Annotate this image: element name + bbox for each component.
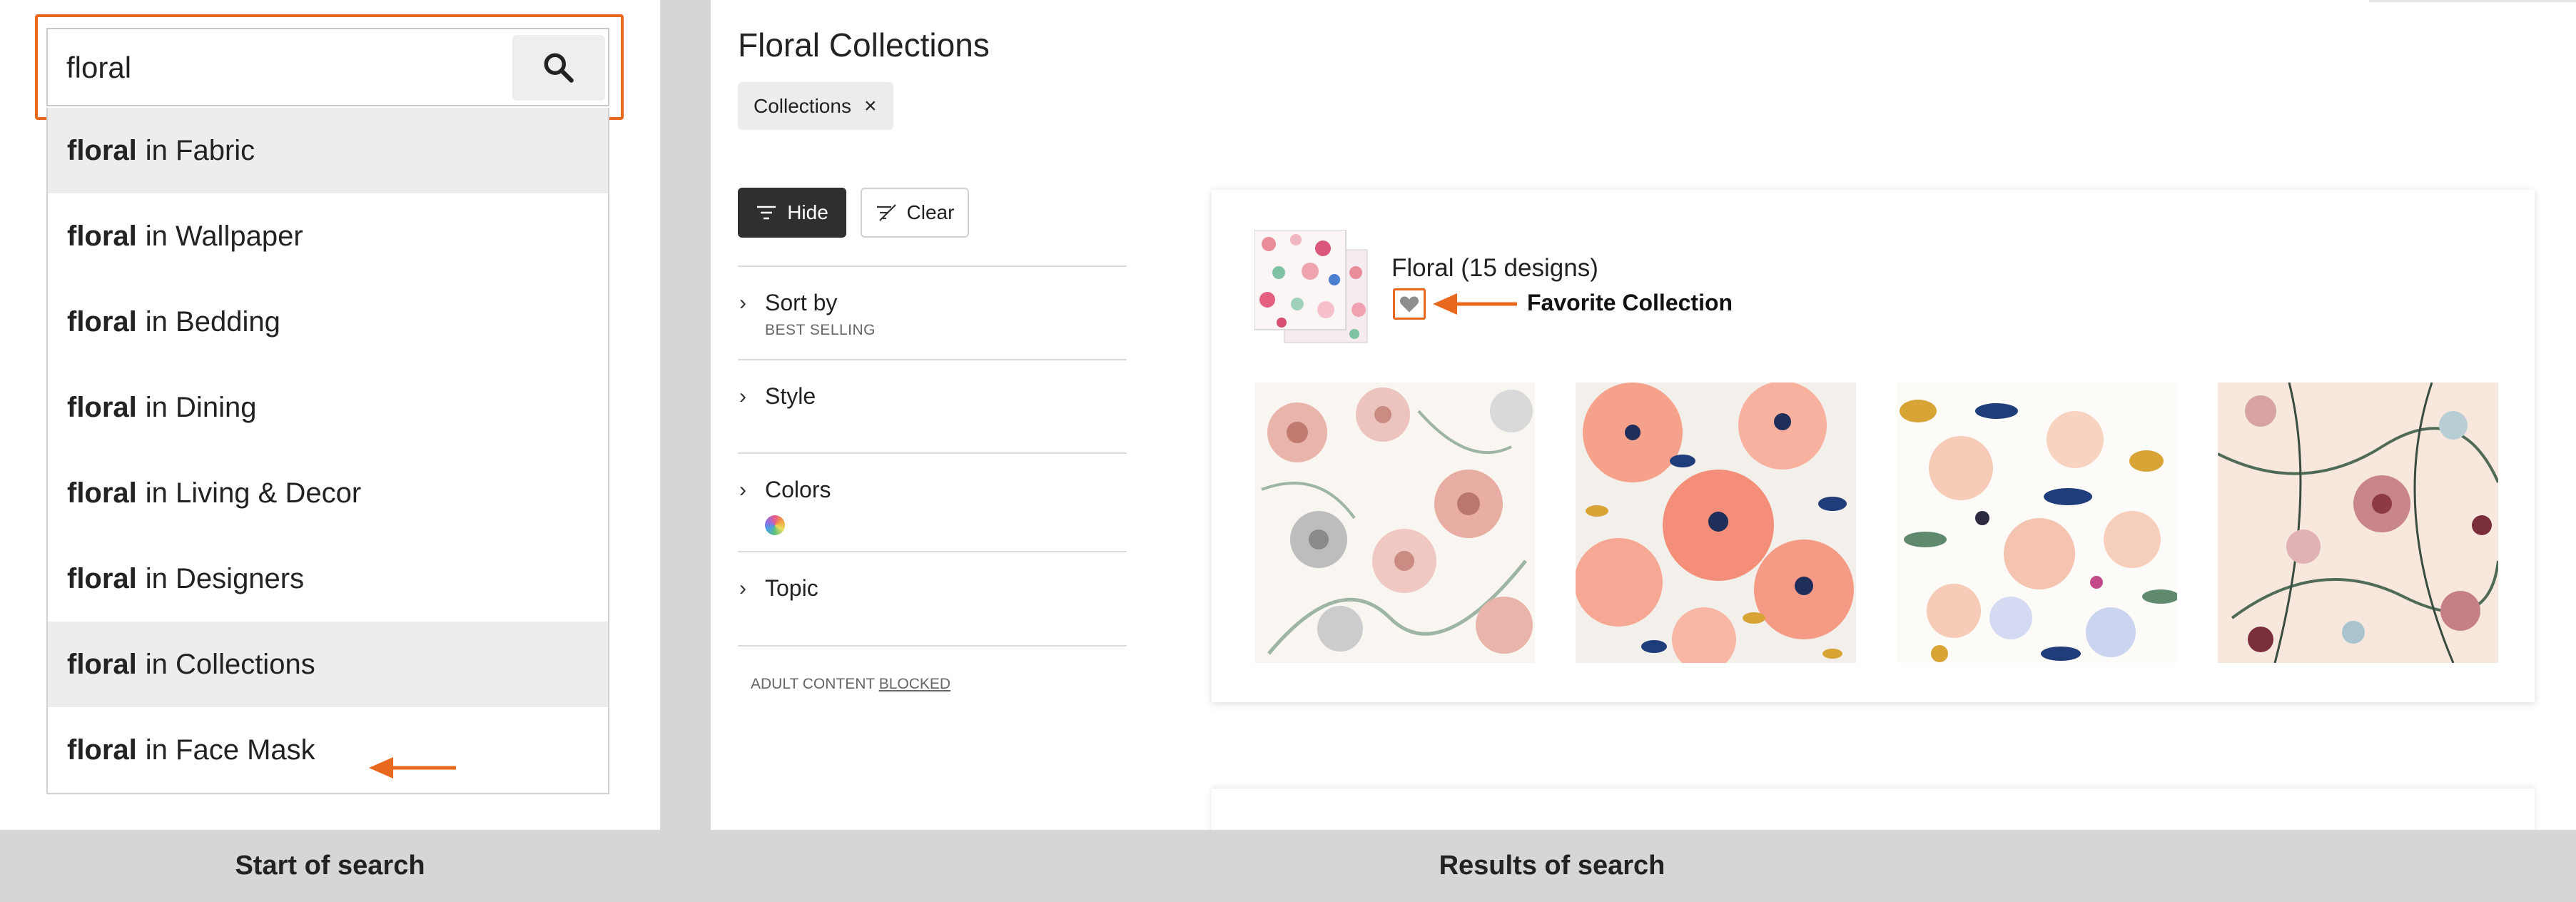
collection-name[interactable]: Floral (15 designs) — [1391, 254, 1598, 283]
filter-lines-icon — [757, 206, 776, 220]
suggestion-suffix: in Face Mask — [145, 734, 315, 766]
filter-style[interactable]: › Style — [738, 359, 1127, 452]
filter-label: Colors — [765, 477, 831, 502]
design-thumbnail[interactable] — [1254, 382, 1535, 663]
design-thumbnail[interactable] — [1897, 382, 2177, 663]
suggestion-face-mask[interactable]: floral in Face Mask — [48, 707, 608, 793]
suggestion-designers[interactable]: floral in Designers — [48, 536, 608, 622]
caption-results-of-search: Results of search — [1439, 851, 1665, 881]
suggestion-wallpaper[interactable]: floral in Wallpaper — [48, 193, 608, 279]
search-icon — [544, 53, 574, 83]
suggestion-term: floral — [67, 305, 137, 338]
caption-start-of-search: Start of search — [235, 851, 425, 881]
suggestion-collections[interactable]: floral in Collections — [48, 622, 608, 707]
suggestion-suffix: in Collections — [145, 648, 315, 680]
filter-chip-collections: Collections × — [738, 82, 893, 130]
heart-icon — [1399, 296, 1419, 313]
suggestion-term: floral — [67, 562, 137, 594]
close-icon[interactable]: × — [864, 94, 877, 118]
clear-label: Clear — [906, 201, 955, 223]
suggestion-term: floral — [67, 391, 137, 423]
search-button[interactable] — [512, 35, 605, 101]
suggestion-suffix: in Living & Decor — [145, 477, 362, 509]
filter-topic[interactable]: › Topic — [738, 551, 1127, 645]
collection-thumbnail[interactable] — [1254, 230, 1369, 344]
filter-sub-value: BEST SELLING — [765, 322, 876, 338]
arrow-left-icon — [1433, 293, 1517, 315]
clear-filters-button[interactable]: Clear — [861, 188, 969, 238]
hide-filters-button[interactable]: Hide — [738, 188, 846, 238]
suggestion-term: floral — [67, 134, 137, 166]
suggestion-list: floral in Fabric floral in Wallpaper flo… — [46, 108, 609, 794]
search-panel: floral in Fabric floral in Wallpaper flo… — [0, 0, 660, 830]
design-thumbnail[interactable] — [1576, 382, 1856, 663]
chevron-right-icon: › — [739, 291, 746, 315]
adult-content-setting: ADULT CONTENT BLOCKED — [751, 676, 950, 693]
suggestion-dining[interactable]: floral in Dining — [48, 365, 608, 450]
suggestion-suffix: in Wallpaper — [145, 220, 303, 252]
favorite-button[interactable] — [1393, 288, 1426, 320]
filter-label: Sort by — [765, 290, 838, 315]
adult-content-label: ADULT CONTENT — [751, 676, 875, 692]
divider — [738, 645, 1127, 647]
adult-content-link[interactable]: BLOCKED — [879, 676, 950, 692]
search-input[interactable] — [66, 45, 523, 91]
suggestion-term: floral — [67, 477, 137, 509]
suggestion-suffix: in Fabric — [145, 134, 255, 166]
suggestion-term: floral — [67, 648, 137, 680]
favorite-annotation: Favorite Collection — [1527, 290, 1733, 315]
suggestion-term: floral — [67, 220, 137, 252]
suggestion-living-decor[interactable]: floral in Living & Decor — [48, 450, 608, 536]
collection-card[interactable]: Floral (15 designs) Favorite Collection — [1212, 190, 2535, 702]
chevron-right-icon: › — [739, 478, 746, 502]
chevron-right-icon: › — [739, 577, 746, 600]
collection-card[interactable] — [1212, 789, 2535, 830]
suggestion-suffix: in Designers — [145, 562, 305, 594]
suggestion-bedding[interactable]: floral in Bedding — [48, 279, 608, 365]
suggestion-suffix: in Bedding — [145, 305, 280, 338]
suggestion-term: floral — [67, 734, 137, 766]
results-panel: Floral Collections Collections × Hide Cl… — [711, 0, 2576, 830]
chevron-right-icon: › — [739, 385, 746, 408]
search-box — [46, 28, 609, 106]
filter-sort-by[interactable]: › Sort by BEST SELLING — [738, 265, 1127, 359]
filter-colors[interactable]: › Colors — [738, 452, 1127, 551]
filter-label: Topic — [765, 575, 818, 601]
suggestion-suffix: in Dining — [145, 391, 257, 423]
design-thumbnail[interactable] — [2218, 382, 2498, 663]
color-wheel-icon — [765, 515, 785, 535]
chip-label: Collections — [754, 94, 851, 117]
page-title: Floral Collections — [738, 26, 990, 64]
suggestion-fabric[interactable]: floral in Fabric — [48, 108, 608, 193]
hide-label: Hide — [787, 201, 828, 223]
filter-label: Style — [765, 383, 816, 409]
clear-filter-icon — [876, 204, 896, 221]
divider — [2369, 0, 2576, 2]
arrow-left-icon — [369, 757, 456, 779]
